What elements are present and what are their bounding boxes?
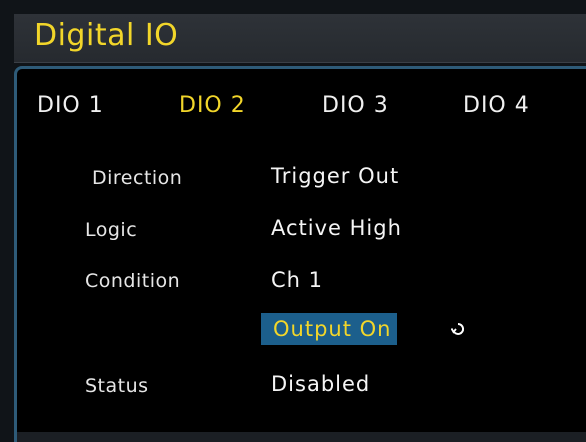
tab-dio-2[interactable]: DIO 2 (179, 93, 246, 118)
logic-label: Logic (85, 219, 138, 241)
direction-value[interactable]: Trigger Out (271, 164, 399, 188)
page-title: Digital IO (34, 18, 179, 53)
tab-dio-3[interactable]: DIO 3 (322, 93, 389, 118)
condition-channel-value[interactable]: Ch 1 (271, 268, 323, 292)
logic-value[interactable]: Active High (271, 216, 402, 240)
dio-tabs: DIO 1 DIO 2 DIO 3 DIO 4 (17, 93, 586, 129)
direction-label: Direction (92, 167, 183, 189)
dio-panel: DIO 1 DIO 2 DIO 3 DIO 4 Direction Trigge… (14, 66, 586, 442)
tab-dio-1[interactable]: DIO 1 (37, 93, 104, 118)
condition-label: Condition (85, 270, 181, 292)
status-value: Disabled (271, 372, 371, 396)
status-label: Status (85, 375, 149, 397)
title-bar: Digital IO (14, 14, 586, 63)
footer-strip (17, 432, 586, 442)
tab-dio-4[interactable]: DIO 4 (463, 93, 530, 118)
digital-io-screen: Digital IO DIO 1 DIO 2 DIO 3 DIO 4 Direc… (0, 0, 586, 442)
cycle-arrow-icon[interactable] (451, 322, 465, 336)
condition-event-selector[interactable]: Output On (261, 313, 398, 345)
